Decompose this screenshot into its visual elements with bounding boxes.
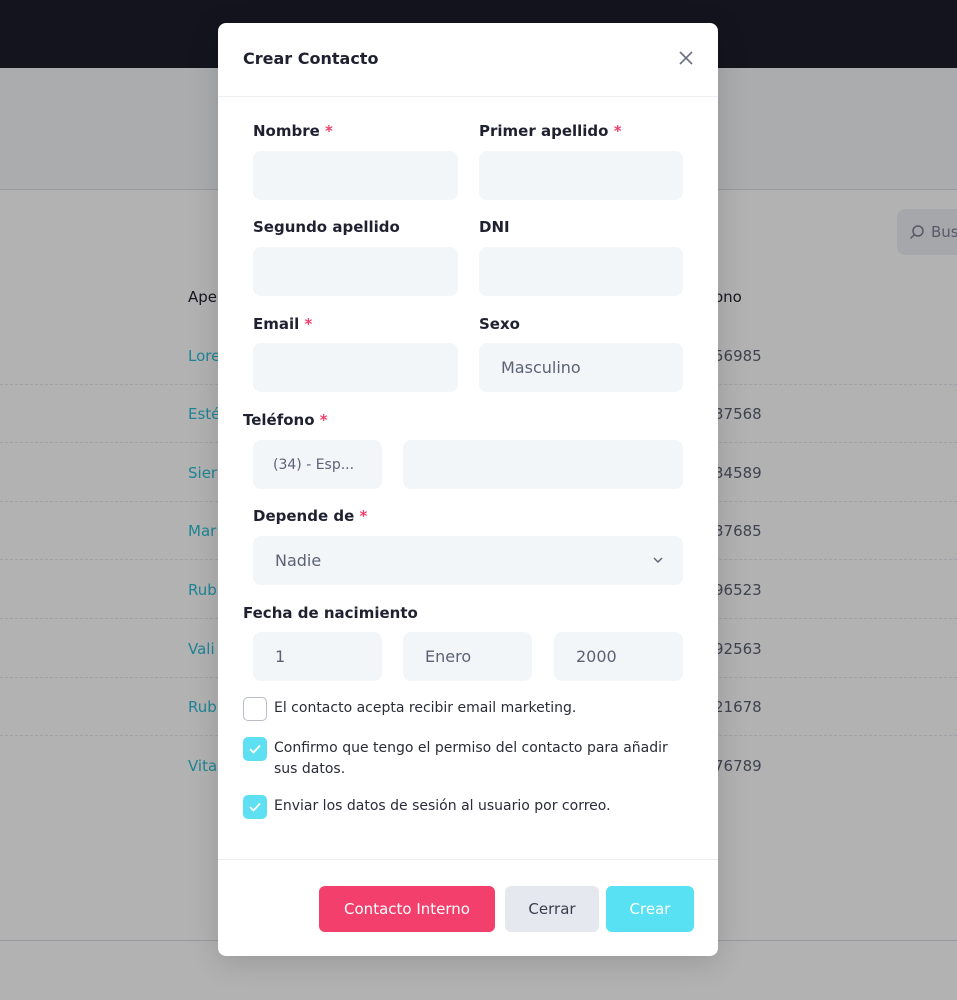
modal-header: Crear Contacto xyxy=(218,23,718,97)
anio-value: 2000 xyxy=(576,647,617,666)
email-label: Email * xyxy=(253,315,313,333)
primer-apellido-label: Primer apellido * xyxy=(479,122,622,140)
enviar-sesion-checkbox-row[interactable]: Enviar los datos de sesión al usuario po… xyxy=(243,795,611,819)
modal-footer-divider xyxy=(218,859,718,860)
sexo-value: Masculino xyxy=(501,358,581,377)
depende-select[interactable]: Nadie xyxy=(253,536,683,585)
required-asterisk: * xyxy=(304,315,313,333)
close-icon[interactable] xyxy=(676,48,696,68)
required-asterisk: * xyxy=(325,122,333,140)
email-marketing-checkbox[interactable] xyxy=(243,697,267,721)
check-icon xyxy=(249,802,261,812)
nombre-input[interactable] xyxy=(253,151,458,200)
permiso-checkbox[interactable] xyxy=(243,737,267,761)
mes-value: Enero xyxy=(425,647,472,666)
dia-value: 1 xyxy=(275,647,286,666)
required-asterisk: * xyxy=(359,507,368,525)
anio-select[interactable]: 2000 xyxy=(554,632,683,681)
permiso-checkbox-row[interactable]: Confirmo que tengo el permiso del contac… xyxy=(243,737,693,780)
enviar-sesion-checkbox[interactable] xyxy=(243,795,267,819)
create-contact-modal: Crear Contacto Nombre * Primer apellido … xyxy=(218,23,718,956)
telefono-input[interactable] xyxy=(403,440,683,489)
email-marketing-checkbox-row[interactable]: El contacto acepta recibir email marketi… xyxy=(243,697,576,721)
fecha-nacimiento-label: Fecha de nacimiento xyxy=(243,604,418,622)
required-asterisk: * xyxy=(613,122,622,140)
chevron-down-icon xyxy=(653,557,663,563)
contacto-interno-button[interactable]: Contacto Interno xyxy=(319,886,495,932)
dni-input[interactable] xyxy=(479,247,683,296)
enviar-sesion-label: Enviar los datos de sesión al usuario po… xyxy=(274,798,611,814)
depende-label: Depende de * xyxy=(253,507,368,525)
mes-select[interactable]: Enero xyxy=(403,632,532,681)
modal-title: Crear Contacto xyxy=(243,49,379,68)
nombre-label: Nombre * xyxy=(253,122,333,140)
check-icon xyxy=(249,744,261,754)
primer-apellido-input[interactable] xyxy=(479,151,683,200)
crear-button[interactable]: Crear xyxy=(606,886,694,932)
email-marketing-label: El contacto acepta recibir email marketi… xyxy=(274,700,577,716)
telefono-prefix-select[interactable]: (34) - Esp... xyxy=(253,440,382,489)
telefono-label: Teléfono * xyxy=(243,411,328,429)
depende-value: Nadie xyxy=(275,551,322,570)
segundo-apellido-label: Segundo apellido xyxy=(253,218,400,236)
permiso-label: Confirmo que tengo el permiso del contac… xyxy=(274,740,668,777)
dni-label: DNI xyxy=(479,218,510,236)
dia-select[interactable]: 1 xyxy=(253,632,382,681)
cerrar-button[interactable]: Cerrar xyxy=(505,886,599,932)
sexo-select[interactable]: Masculino xyxy=(479,343,683,392)
segundo-apellido-input[interactable] xyxy=(253,247,458,296)
email-input[interactable] xyxy=(253,343,458,392)
required-asterisk: * xyxy=(319,411,328,429)
telefono-prefix-value: (34) - Esp... xyxy=(273,456,355,473)
sexo-label: Sexo xyxy=(479,315,520,333)
